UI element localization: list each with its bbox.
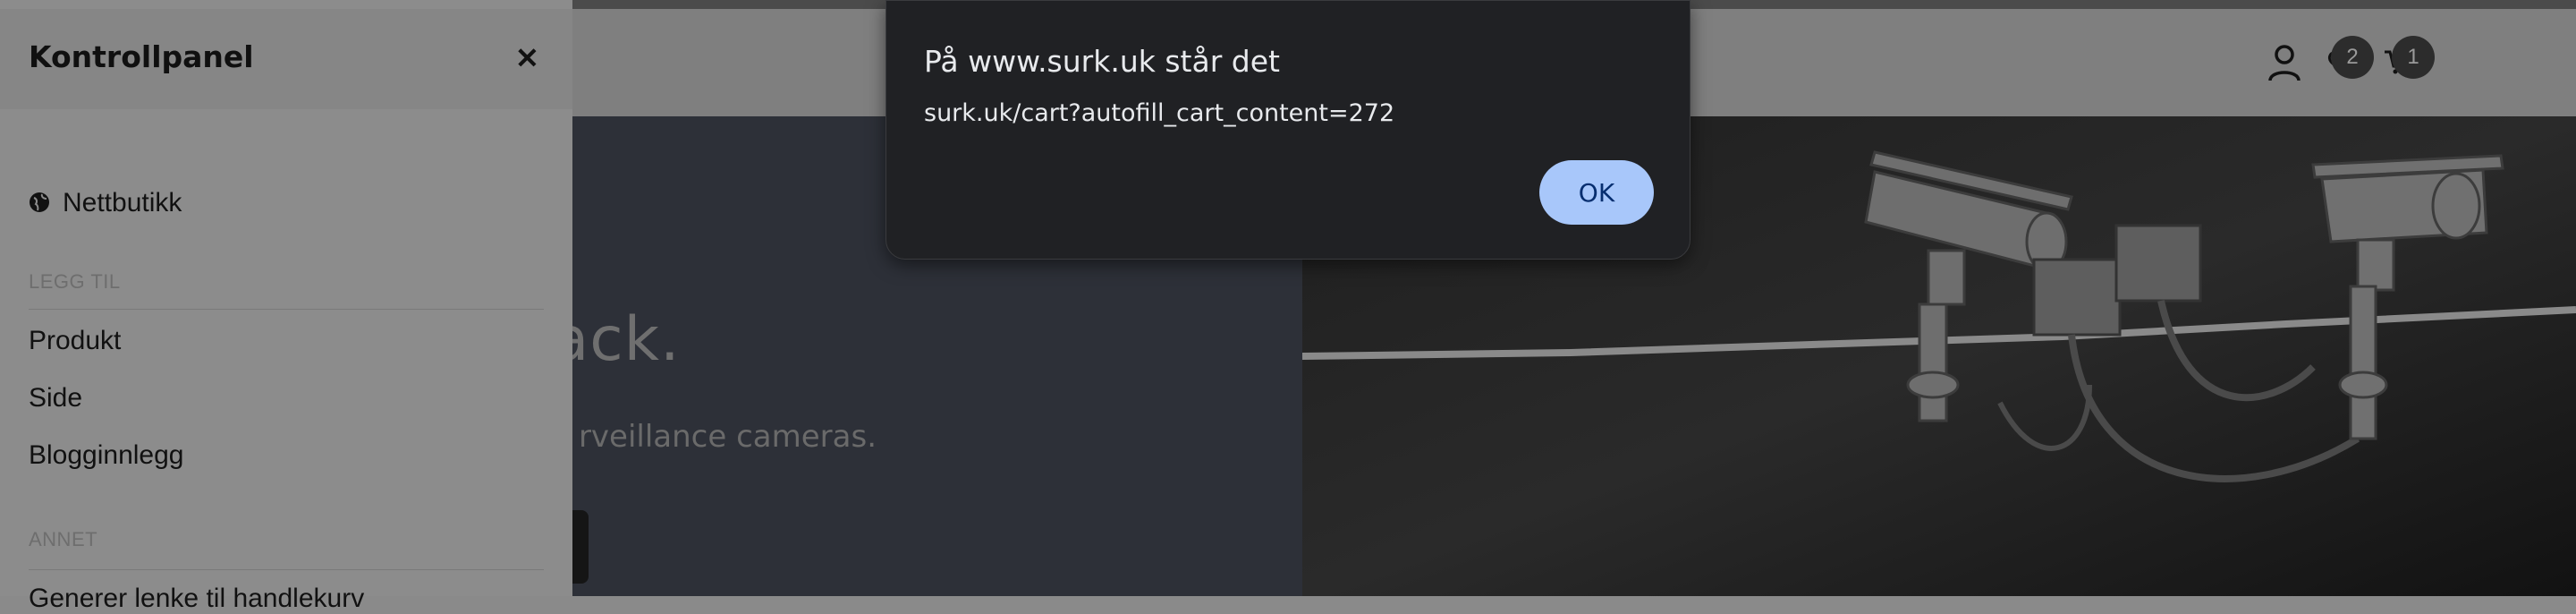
control-panel-sidebar: Kontrollpanel ✕ Nettbutikk LEGG TIL Prod… xyxy=(0,0,572,613)
section-label-add: LEGG TIL xyxy=(29,270,121,293)
dialog-title: På www.surk.uk står det xyxy=(924,44,1280,79)
divider xyxy=(29,569,544,570)
ok-button[interactable]: OK xyxy=(1539,160,1654,225)
sidebar-title: Kontrollpanel xyxy=(29,39,254,74)
wishlist-count-badge: 2 xyxy=(2331,36,2374,79)
dialog-message: surk.uk/cart?autofill_cart_content=272 xyxy=(924,99,1395,127)
alert-dialog: På www.surk.uk står det surk.uk/cart?aut… xyxy=(886,0,1690,260)
sidebar-item-store[interactable]: Nettbutikk xyxy=(63,188,182,218)
divider xyxy=(29,309,544,310)
sidebar-item-product[interactable]: Produkt xyxy=(29,326,121,356)
sidebar-item-page[interactable]: Side xyxy=(29,383,82,414)
cart-count-badge: 1 xyxy=(2392,36,2435,79)
user-icon[interactable] xyxy=(2267,43,2302,82)
sidebar-item-generate-cart-link[interactable]: Generer lenke til handlekurv xyxy=(29,584,364,614)
sidebar-item-blogpost[interactable]: Blogginnlegg xyxy=(29,440,183,471)
globe-icon xyxy=(30,192,49,212)
section-label-other: ANNET xyxy=(29,528,98,550)
close-icon[interactable]: ✕ xyxy=(515,41,539,75)
